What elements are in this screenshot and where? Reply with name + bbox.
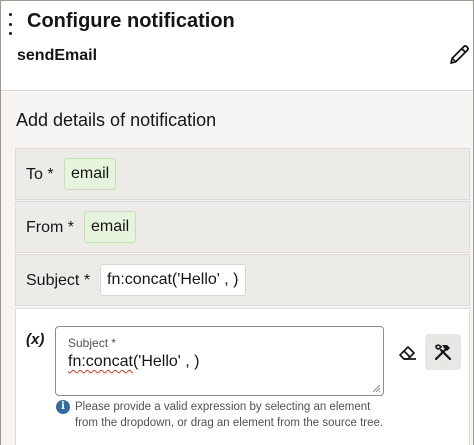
from-label: From *	[26, 219, 74, 236]
from-field-row[interactable]: From * email	[15, 201, 470, 253]
textarea-value[interactable]: fn:concat('Hello' , )	[68, 353, 200, 371]
hammer-wrench-glyph	[434, 344, 452, 361]
action-name: sendEmail	[17, 47, 98, 64]
to-field-row[interactable]: To * email	[15, 148, 470, 200]
misspelled-function-name: fn:concat	[68, 353, 133, 370]
help-text: Please provide a valid expression by sel…	[75, 401, 384, 429]
to-label: To *	[26, 166, 54, 183]
notification-details-panel: Add details of notification To * email F…	[1, 92, 473, 445]
to-value-pill[interactable]: email	[64, 158, 117, 190]
resize-grip-icon[interactable]	[372, 384, 381, 393]
subject-value-chip[interactable]: fn:concat('Hello' , )	[100, 264, 246, 296]
fx-variable-icon[interactable]: (x)	[26, 331, 44, 348]
from-value-pill[interactable]: email	[84, 211, 137, 243]
configure-notification-drawer: Configure notification sendEmail Add det…	[0, 0, 474, 445]
textarea-label: Subject *	[68, 336, 117, 350]
drawer-title: Configure notification	[27, 10, 235, 32]
subject-expression-textarea[interactable]: Subject * fn:concat('Hello' , )	[55, 326, 384, 396]
pencil-icon[interactable]	[447, 43, 471, 67]
eraser-icon[interactable]	[397, 342, 419, 364]
function-arguments: ('Hello' , )	[132, 353, 200, 370]
subject-label: Subject *	[26, 272, 91, 289]
subject-field-row[interactable]: Subject * fn:concat('Hello' , )	[15, 254, 470, 306]
info-icon: i	[56, 400, 70, 414]
drawer-header: Configure notification sendEmail	[1, 1, 473, 91]
subject-expression-editor: (x) Subject * fn:concat('Hello' , ) i Pl…	[15, 308, 470, 445]
hammer-wrench-icon[interactable]	[425, 334, 461, 370]
section-title: Add details of notification	[16, 110, 217, 130]
kebab-vertical-icon[interactable]	[6, 13, 14, 35]
